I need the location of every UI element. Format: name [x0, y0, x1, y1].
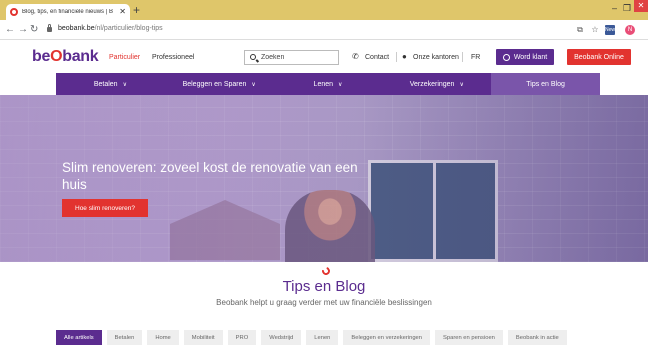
beobank-online-label: Beobank Online	[574, 53, 624, 61]
forward-arrow-icon[interactable]: →	[18, 24, 28, 36]
hero-title: Slim renoveren: zoveel kost de renovatie…	[62, 160, 358, 192]
kantoren-link[interactable]: Onze kantoren	[413, 54, 459, 61]
divider	[462, 52, 463, 62]
hero-cta-button[interactable]: Hoe slim renoveren?	[62, 199, 148, 217]
filter-alle-artikels[interactable]: Alle artikels	[56, 330, 102, 345]
nav-beleggen-en-sparen[interactable]: Beleggen en Sparen ∨	[165, 73, 274, 95]
word-klant-button[interactable]: Word klant	[496, 49, 554, 65]
maximize-icon[interactable]: ❐	[623, 3, 631, 13]
search-input[interactable]	[261, 52, 337, 63]
filter-beobank-in-actie[interactable]: Beobank in actie	[507, 330, 567, 345]
new-tab-button[interactable]: +	[133, 3, 140, 17]
extension-icon[interactable]: New	[605, 25, 615, 35]
divider	[396, 52, 397, 62]
nav-label: Betalen	[93, 80, 118, 88]
back-arrow-icon[interactable]: ←	[5, 24, 15, 36]
nav-label: Verzekeringen	[409, 80, 455, 88]
star-icon[interactable]: ☆	[590, 25, 600, 35]
user-icon	[502, 53, 510, 61]
chevron-down-icon: ∨	[251, 81, 256, 88]
browser-tab-bar: Blog, tips, en financiele nieuws | B ✕ +…	[0, 0, 648, 20]
close-tab-icon[interactable]: ✕	[119, 8, 126, 16]
nav-particulier[interactable]: Particulier	[109, 54, 140, 61]
lock-icon[interactable]	[47, 24, 52, 32]
logo-text-bank: bank	[62, 48, 99, 65]
filter-betalen[interactable]: Betalen	[106, 330, 143, 345]
word-klant-label: Word klant	[513, 53, 548, 61]
category-filters: Alle artikels Betalen Home Mobiliteit PR…	[56, 330, 567, 345]
tab-title: Blog, tips, en financiele nieuws | B	[22, 9, 113, 15]
nav-verzekeringen[interactable]: Verzekeringen ∨	[382, 73, 491, 95]
url-host: beobank.be	[58, 25, 95, 32]
main-navigation: Betalen ∨ Beleggen en Sparen ∨ Lenen ∨ V…	[56, 73, 600, 95]
location-pin-icon: ●	[402, 52, 407, 61]
favicon-icon	[10, 8, 18, 16]
search-box[interactable]	[244, 50, 339, 65]
profile-avatar[interactable]: N	[625, 25, 635, 35]
contact-link[interactable]: Contact	[365, 54, 389, 61]
page-title: Tips en Blog	[282, 278, 366, 295]
beobank-swirl-icon	[320, 265, 332, 277]
address-bar: ← → ↻ beobank.be/nl/particulier/blog-tip…	[0, 20, 648, 40]
hero-banner: Slim renoveren: zoveel kost de renovatie…	[0, 95, 648, 262]
filter-pro[interactable]: PRO	[227, 330, 257, 345]
nav-label: Beleggen en Sparen	[182, 80, 247, 88]
search-icon[interactable]	[250, 54, 256, 60]
url-field[interactable]: beobank.be/nl/particulier/blog-tips	[58, 25, 163, 32]
chevron-down-icon: ∨	[122, 81, 127, 88]
nav-betalen[interactable]: Betalen ∨	[56, 73, 165, 95]
browser-tab[interactable]: Blog, tips, en financiele nieuws | B ✕	[6, 4, 130, 20]
site-header: beObank Particulier Professioneel ✆ Cont…	[0, 41, 648, 73]
nav-tips-en-blog[interactable]: Tips en Blog	[491, 73, 600, 95]
chevron-down-icon: ∨	[338, 81, 343, 88]
filter-sparen-en-pensioen[interactable]: Sparen en pensioen	[435, 330, 503, 345]
nav-professioneel[interactable]: Professioneel	[152, 54, 194, 61]
beobank-online-button[interactable]: Beobank Online	[567, 49, 631, 65]
close-window-icon[interactable]: ✕	[634, 0, 648, 12]
filter-wedstrijd[interactable]: Wedstrijd	[261, 330, 302, 345]
logo-text-be: be	[32, 48, 51, 65]
phone-icon: ✆	[352, 52, 359, 61]
language-switch[interactable]: FR	[471, 54, 480, 61]
url-path: /nl/particulier/blog-tips	[94, 25, 163, 32]
chevron-down-icon: ∨	[459, 81, 464, 88]
translate-icon[interactable]: ⧉	[575, 25, 585, 35]
nav-label: Lenen	[313, 80, 334, 88]
filter-beleggen-en-verzekeringen[interactable]: Beleggen en verzekeringen	[343, 330, 430, 345]
nav-lenen[interactable]: Lenen ∨	[274, 73, 383, 95]
minimize-icon[interactable]: –	[612, 3, 617, 13]
reload-icon[interactable]: ↻	[30, 24, 38, 36]
filter-mobiliteit[interactable]: Mobiliteit	[183, 330, 223, 345]
logo-text-o: O	[50, 48, 63, 65]
page-subtitle: Beobank helpt u graag verder met uw fina…	[216, 298, 432, 307]
nav-label: Tips en Blog	[526, 80, 565, 88]
filter-home[interactable]: Home	[147, 330, 179, 345]
beobank-logo[interactable]: beObank	[32, 48, 99, 65]
filter-lenen[interactable]: Lenen	[306, 330, 339, 345]
